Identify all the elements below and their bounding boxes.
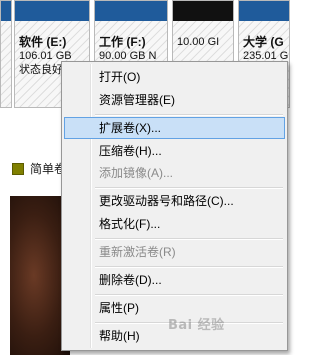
context-menu: 打开(O) 资源管理器(E) 扩展卷(X)... 压缩卷(H)... 添加镜像(… [61, 61, 288, 351]
menu-item-shrink-volume[interactable]: 压缩卷(H)... [64, 140, 285, 162]
volume-g-name: 大学 (G [243, 35, 284, 49]
menu-item-change-drive-letter[interactable]: 更改驱动器号和路径(C)... [64, 190, 285, 212]
volume-e-name: 软件 (E:) [19, 35, 67, 49]
volume-3-size: 10.00 GI [177, 36, 220, 48]
menu-item-add-mirror[interactable]: 添加镜像(A)... [64, 162, 285, 184]
menu-separator [95, 238, 283, 240]
menu-separator [95, 294, 283, 296]
menu-item-reactivate-volume[interactable]: 重新激活卷(R) [64, 241, 285, 263]
menu-item-open[interactable]: 打开(O) [64, 66, 285, 88]
volume-partial [0, 0, 12, 108]
menu-item-delete-volume[interactable]: 删除卷(D)... [64, 269, 285, 291]
menu-separator [95, 187, 283, 189]
menu-item-extend-volume[interactable]: 扩展卷(X)... [64, 117, 285, 139]
legend: 简单卷 [12, 160, 66, 177]
menu-separator [95, 114, 283, 116]
watermark: Bai 经验 [168, 318, 225, 333]
menu-item-format[interactable]: 格式化(F)... [64, 213, 285, 235]
simple-volume-swatch [12, 162, 24, 175]
volume-f-name: 工作 (F:) [99, 35, 146, 49]
menu-separator [95, 266, 283, 268]
menu-item-explorer[interactable]: 资源管理器(E) [64, 89, 285, 111]
